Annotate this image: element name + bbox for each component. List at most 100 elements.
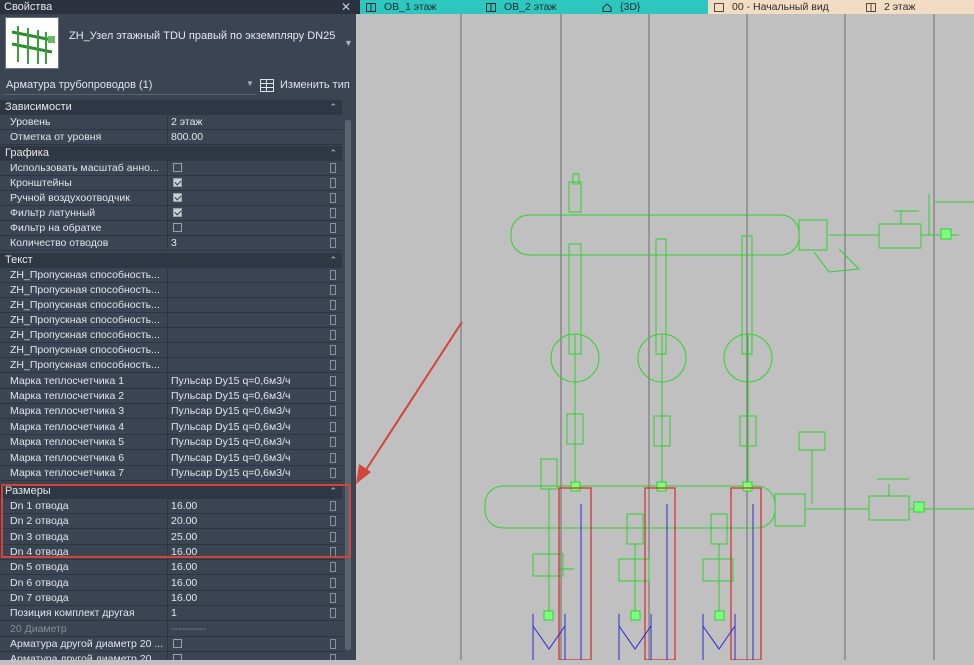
row-capacity-7[interactable]: ZH_Пропускная способность... — [0, 358, 342, 373]
tab-ov-1[interactable]: ОВ_1 этаж — [360, 0, 480, 14]
tab-floor-2[interactable]: 2 этаж — [860, 0, 974, 14]
assoc-param-button[interactable] — [330, 300, 336, 310]
assoc-param-button[interactable] — [330, 376, 336, 386]
assoc-param-button[interactable] — [330, 654, 336, 660]
row-capacity-4[interactable]: ZH_Пропускная способность... — [0, 313, 342, 328]
row-brackets[interactable]: Кронштейны — [0, 176, 342, 191]
type-dropdown-icon[interactable]: ▼ — [344, 38, 353, 48]
row-meter-1[interactable]: Марка теплосчетчика 1 Пульсар Dy15 q=0,6м… — [0, 374, 342, 389]
row-offset[interactable]: Отметка от уровня 800.00 — [0, 130, 342, 145]
property-value[interactable]: 16.00 — [167, 560, 331, 575]
assoc-param-button[interactable] — [330, 193, 336, 203]
row-arm-other-1[interactable]: Арматура другой диаметр 20 ... — [0, 637, 342, 652]
checkbox[interactable] — [173, 177, 182, 187]
close-icon[interactable]: ✕ — [340, 0, 352, 14]
assoc-param-button[interactable] — [330, 330, 336, 340]
assoc-param-button[interactable] — [330, 453, 336, 463]
assoc-param-button[interactable] — [330, 345, 336, 355]
row-meter-6[interactable]: Марка теплосчетчика 6 Пульсар Dy15 q=0,6м… — [0, 451, 342, 466]
row-level[interactable]: Уровень 2 этаж — [0, 115, 342, 130]
row-annotation-scale[interactable]: Использовать масштаб анно... — [0, 161, 342, 176]
row-dn-5[interactable]: Dn 5 отвода 16.00 — [0, 560, 342, 575]
edit-type-button[interactable]: Изменить тип — [280, 76, 350, 95]
assoc-param-button[interactable] — [330, 391, 336, 401]
property-value[interactable] — [167, 652, 331, 660]
property-value[interactable]: 2 этаж — [167, 115, 331, 130]
property-value[interactable]: Пульсар Dy15 q=0,6м3/ч — [167, 374, 331, 389]
property-value[interactable] — [167, 161, 331, 176]
assoc-param-button[interactable] — [330, 360, 336, 370]
property-value[interactable]: 16.00 — [167, 591, 331, 606]
checkbox[interactable] — [173, 638, 182, 648]
group-text[interactable]: Текст ⌃ — [0, 253, 342, 268]
checkbox[interactable] — [173, 192, 182, 202]
row-meter-7[interactable]: Марка теплосчетчика 7 Пульсар Dy15 q=0,6м… — [0, 466, 342, 481]
assoc-param-button[interactable] — [330, 238, 336, 248]
assoc-param-button[interactable] — [330, 437, 336, 447]
property-value[interactable]: 1 — [167, 606, 331, 621]
property-value[interactable]: Пульсар Dy15 q=0,6м3/ч — [167, 404, 331, 419]
group-constraints[interactable]: Зависимости ⌃ — [0, 100, 342, 115]
property-value[interactable]: 16.00 — [167, 576, 331, 591]
row-dn-7[interactable]: Dn 7 отвода 16.00 — [0, 591, 342, 606]
tab-ov-2[interactable]: ОВ_2 этаж — [480, 0, 596, 14]
assoc-param-button[interactable] — [330, 468, 336, 478]
property-value[interactable] — [167, 328, 331, 343]
row-dn-6[interactable]: Dn 6 отвода 16.00 — [0, 576, 342, 591]
assoc-param-button[interactable] — [330, 208, 336, 218]
row-brass-filter[interactable]: Фильтр латунный — [0, 206, 342, 221]
assoc-param-button[interactable] — [330, 223, 336, 233]
row-position[interactable]: Позиция комплект другая 1 — [0, 606, 342, 621]
assoc-param-button[interactable] — [330, 285, 336, 295]
chevron-down-icon[interactable]: ▼ — [246, 79, 254, 88]
collapse-icon[interactable]: ⌃ — [329, 146, 337, 161]
assoc-param-button[interactable] — [330, 593, 336, 603]
property-value[interactable] — [167, 191, 331, 206]
group-graphics[interactable]: Графика ⌃ — [0, 146, 342, 161]
checkbox[interactable] — [173, 207, 182, 217]
property-value[interactable]: Пульсар Dy15 q=0,6м3/ч — [167, 435, 331, 450]
row-meter-3[interactable]: Марка теплосчетчика 3 Пульсар Dy15 q=0,6м… — [0, 404, 342, 419]
assoc-param-button[interactable] — [330, 178, 336, 188]
edit-type-icon[interactable] — [260, 79, 274, 92]
row-return-filter[interactable]: Фильтр на обратке — [0, 221, 342, 236]
row-meter-5[interactable]: Марка теплосчетчика 5 Пульсар Dy15 q=0,6м… — [0, 435, 342, 450]
row-air-vent[interactable]: Ручной воздухоотводчик — [0, 191, 342, 206]
checkbox[interactable] — [173, 162, 182, 172]
assoc-param-button[interactable] — [330, 422, 336, 432]
property-value[interactable] — [167, 221, 331, 236]
checkbox[interactable] — [173, 222, 182, 232]
collapse-icon[interactable]: ⌃ — [329, 253, 337, 268]
row-arm-other-2[interactable]: Арматура другой диаметр 20 ... — [0, 652, 342, 660]
property-value[interactable] — [167, 176, 331, 191]
collapse-icon[interactable]: ⌃ — [329, 100, 337, 115]
assoc-param-button[interactable] — [330, 578, 336, 588]
row-meter-2[interactable]: Марка теплосчетчика 2 Пульсар Dy15 q=0,6м… — [0, 389, 342, 404]
assoc-param-button[interactable] — [330, 406, 336, 416]
checkbox[interactable] — [173, 653, 182, 660]
property-value[interactable] — [167, 358, 331, 373]
property-value[interactable]: 800.00 — [167, 130, 331, 145]
row-capacity-1[interactable]: ZH_Пропускная способность... — [0, 268, 342, 283]
property-value[interactable] — [167, 637, 331, 652]
property-value[interactable] — [167, 268, 331, 283]
row-branch-count[interactable]: Количество отводов 3 — [0, 236, 342, 251]
property-value[interactable]: Пульсар Dy15 q=0,6м3/ч — [167, 420, 331, 435]
row-capacity-5[interactable]: ZH_Пропускная способность... — [0, 328, 342, 343]
property-value[interactable] — [167, 283, 331, 298]
property-value[interactable] — [167, 343, 331, 358]
assoc-param-button[interactable] — [330, 315, 336, 325]
row-meter-4[interactable]: Марка теплосчетчика 4 Пульсар Dy15 q=0,6м… — [0, 420, 342, 435]
property-value[interactable]: Пульсар Dy15 q=0,6м3/ч — [167, 389, 331, 404]
tab-3d[interactable]: {3D} — [596, 0, 708, 14]
property-value[interactable]: 3 — [167, 236, 331, 251]
property-value[interactable]: Пульсар Dy15 q=0,6м3/ч — [167, 466, 331, 481]
property-value[interactable]: Пульсар Dy15 q=0,6м3/ч — [167, 451, 331, 466]
property-value[interactable] — [167, 206, 331, 221]
assoc-param-button[interactable] — [330, 562, 336, 572]
assoc-param-button[interactable] — [330, 639, 336, 649]
row-capacity-3[interactable]: ZH_Пропускная способность... — [0, 298, 342, 313]
property-value[interactable] — [167, 313, 331, 328]
row-capacity-6[interactable]: ZH_Пропускная способность... — [0, 343, 342, 358]
property-value[interactable] — [167, 298, 331, 313]
